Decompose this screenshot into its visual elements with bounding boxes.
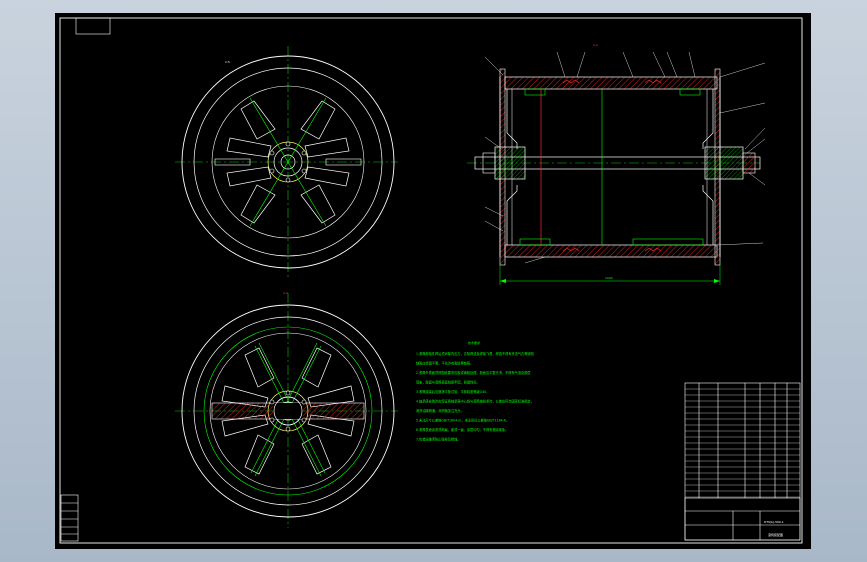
note-line: 缺陷应修磨平整，不允许有裂纹等缺陷。 [416,361,473,366]
note-line: 7.包装运输须防止碰撞及锈蚀。 [416,437,460,442]
overall-length-dim: 1000 [605,276,613,280]
svg-text:1:5: 1:5 [225,60,230,64]
note-line: 5.未注尺寸公差按GB/T1804-m，未注形位公差按GB/T1184-K。 [416,418,509,423]
corner-label-box [75,17,111,35]
technical-notes: 技术要求 1.滚筒焊接件焊后须消除内应力，去除焊渣及焊接飞溅，焊缝不得有夹渣气孔… [416,340,534,442]
drawing-name: 滚筒装配图 [768,532,783,537]
note-line: 3.滚筒组装后应做静平衡试验，平衡精度等级G40。 [416,389,489,394]
drawing-sheet: 1:5 A-A 1000 A-A 技术要求 1.滚筒焊接件焊后须消除内应力，去除… [55,13,811,549]
note-line: 现象，胶面与滚筒表面粘接牢固，耐磨性好。 [416,380,480,385]
note-line: 6.滚筒表面涂底漆两遍，面漆一遍，涂层均匀，不得有漏涂现象。 [416,427,508,432]
svg-text:A-A: A-A [593,43,599,47]
note-line: 2.滚筒外表面须按图纸要求包胶或铸胶处理，胶面应平整光滑，不得有气泡及脱层 [416,370,531,375]
notes-title: 技术要求 [468,340,480,345]
left-stamp-block [60,494,79,542]
note-line: 1.滚筒焊接件焊后须消除内应力，去除焊渣及焊接飞溅，焊缝不得有夹渣气孔等缺陷 [416,351,534,356]
end-view-bottom: A-A [175,291,398,528]
note-line: 润滑油路畅通，润滑脂加注充分。 [416,408,464,413]
end-view-top: 1:5 [175,46,398,280]
title-block [684,382,801,541]
outer-frame [59,17,803,544]
cad-drawing: 1:5 A-A 1000 A-A 技术要求 1.滚筒焊接件焊后须消除内应力，去除… [59,17,803,544]
note-line: 4.轴承座安装时应保证两轴承座中心线与滚筒轴线重合，公差应符合国家标准规定， [416,399,534,404]
section-view: 1000 A-A [467,43,766,285]
drawing-code: DTⅡ(A)-500-1 [764,520,784,524]
